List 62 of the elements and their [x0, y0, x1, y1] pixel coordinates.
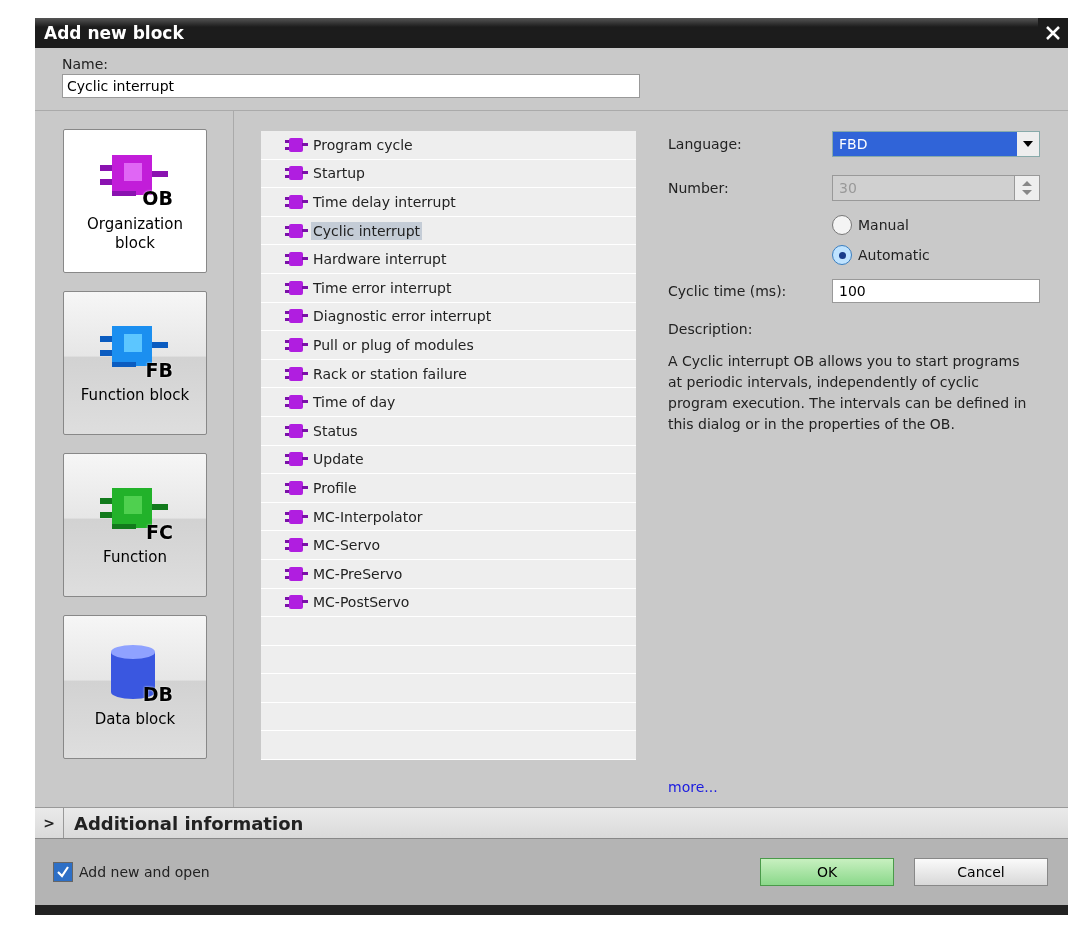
name-field[interactable]: Cyclic interrupt [62, 74, 640, 98]
block-type-button[interactable]: OB Organization block [63, 129, 207, 273]
cancel-button[interactable]: Cancel [914, 858, 1048, 886]
more-link[interactable]: more... [668, 779, 718, 795]
block-icon [285, 251, 309, 268]
language-dropdown[interactable]: FBD [832, 131, 1040, 157]
close-icon [1045, 25, 1061, 41]
cyclic-time-field[interactable]: 100 [832, 279, 1040, 303]
section-title: Additional information [73, 812, 304, 834]
block-type-abbreviation: FB [145, 357, 173, 383]
block-type-button[interactable]: FC Function [63, 453, 207, 597]
ok-button[interactable]: OK [760, 858, 894, 886]
block-icon [285, 336, 309, 353]
language-label: Language: [668, 136, 743, 152]
list-item[interactable]: Time of day [311, 393, 398, 412]
description-text: A Cyclic interrupt OB allows you to start programs at periodic intervals, independently of cyclic program execution. The intervals can be defined in this dialog or in the properties of the OB. [668, 352, 1028, 434]
list-item[interactable]: Pull or plug of modules [311, 335, 476, 354]
block-icon [285, 308, 309, 325]
additional-information-bar[interactable]: > Additional information [35, 807, 1068, 839]
block-type-abbreviation: FC [146, 519, 173, 545]
window-title: Add new block [44, 23, 184, 43]
add-new-and-open-checkbox[interactable]: Add new and open [53, 862, 210, 882]
block-icon [285, 136, 309, 153]
block-icon [285, 194, 309, 210]
list-item[interactable]: Time error interrupt [311, 278, 454, 297]
block-icon [285, 279, 309, 296]
radio-option[interactable]: Automatic [832, 243, 1040, 267]
list-item[interactable]: Hardware interrupt [311, 250, 449, 269]
block-icon [285, 394, 309, 411]
list-item[interactable]: Status [311, 421, 360, 440]
list-item[interactable]: Update [311, 450, 366, 469]
list-item[interactable]: Diagnostic error interrupt [311, 307, 494, 326]
block-icon [285, 222, 309, 239]
number-label: Number: [668, 180, 730, 196]
list-item[interactable]: MC-Servo [311, 536, 382, 555]
radio-option[interactable]: Manual [832, 213, 1040, 237]
name-label: Name: [62, 56, 110, 72]
block-type-button[interactable]: FB Function block [63, 291, 207, 435]
block-icon [285, 365, 309, 382]
block-type-abbreviation: OB [142, 185, 173, 211]
list-item[interactable]: Startup [311, 164, 367, 183]
block-icon [285, 537, 309, 554]
block-icon [285, 451, 309, 468]
block-icon [285, 565, 309, 582]
spinner-arrows-icon [1021, 179, 1033, 197]
list-item[interactable]: MC-PreServo [311, 564, 405, 583]
list-item[interactable]: Program cycle [311, 135, 415, 154]
list-item[interactable]: Profile [311, 478, 359, 497]
block-icon [285, 165, 309, 182]
description-label: Description: [668, 321, 754, 337]
list-item[interactable]: MC-PostServo [311, 593, 412, 612]
cyclic-time-label: Cyclic time (ms): [668, 283, 788, 299]
list-item[interactable]: MC-Interpolator [311, 507, 425, 526]
block-icon [285, 508, 309, 525]
list-item[interactable]: Time delay interrupt [311, 193, 458, 211]
list-item[interactable]: Cyclic interrupt [311, 221, 423, 240]
block-icon [285, 594, 309, 611]
block-icon [285, 422, 309, 439]
expand-toggle[interactable]: > [35, 808, 64, 838]
caret-icon [1023, 141, 1033, 147]
block-icon [285, 479, 309, 496]
list-item[interactable]: Rack or station failure [311, 364, 469, 383]
